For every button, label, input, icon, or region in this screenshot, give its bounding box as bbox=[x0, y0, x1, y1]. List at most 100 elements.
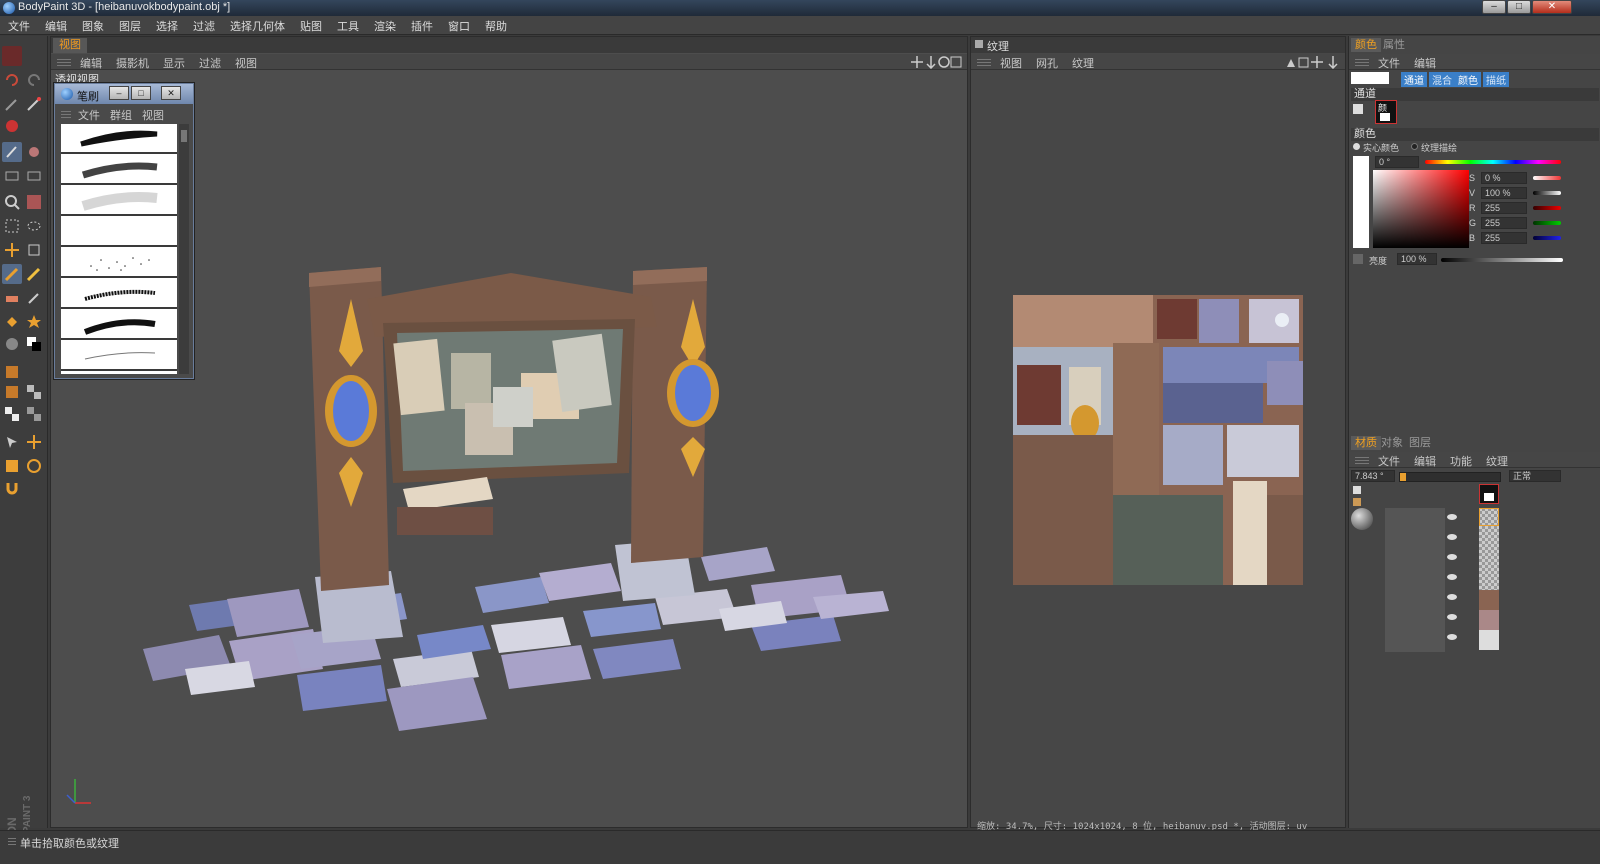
menu-plugins[interactable]: 插件 bbox=[403, 16, 440, 34]
lasso-select-icon[interactable] bbox=[24, 216, 44, 236]
brush-preset[interactable] bbox=[61, 186, 177, 216]
field-g-slider[interactable] bbox=[1533, 221, 1561, 225]
rect-select-icon[interactable] bbox=[2, 216, 22, 236]
mode-channel-button[interactable]: 通道 bbox=[1401, 72, 1427, 87]
material-icon-a[interactable] bbox=[1353, 486, 1361, 494]
mode-trace-button[interactable]: 描纸 bbox=[1483, 72, 1509, 87]
brush-preset[interactable] bbox=[61, 341, 177, 371]
menu-texture[interactable]: 贴图 bbox=[292, 16, 329, 34]
brightness-toggle-icon[interactable] bbox=[1353, 254, 1363, 264]
brush-preset[interactable] bbox=[61, 124, 177, 154]
color-menu-file[interactable]: 文件 bbox=[1371, 54, 1407, 71]
projection-icon[interactable] bbox=[2, 166, 22, 186]
tex-menu-view[interactable]: 视图 bbox=[993, 54, 1029, 71]
uv-polygons-icon[interactable] bbox=[2, 404, 22, 424]
field-r-slider[interactable] bbox=[1533, 206, 1561, 210]
radio-solid-color[interactable] bbox=[1353, 143, 1360, 150]
eye-icon[interactable] bbox=[1447, 634, 1457, 640]
menu-select[interactable]: 选择 bbox=[148, 16, 185, 34]
color-preview-field[interactable] bbox=[1351, 72, 1389, 84]
panel-toggle-icon[interactable] bbox=[975, 40, 983, 48]
menu-file[interactable]: 文件 bbox=[0, 16, 37, 34]
paint-brush-icon[interactable] bbox=[24, 142, 44, 162]
brush-menu-group[interactable]: 群组 bbox=[105, 106, 137, 123]
eye-icon[interactable] bbox=[1447, 514, 1457, 520]
tex-menu-texture[interactable]: 纹理 bbox=[1065, 54, 1101, 71]
undo-icon[interactable] bbox=[2, 70, 22, 90]
eye-icon[interactable] bbox=[1447, 534, 1457, 540]
brush-minimize-button[interactable]: – bbox=[109, 86, 129, 100]
menu-tools[interactable]: 工具 bbox=[329, 16, 366, 34]
radio-texture-paint[interactable] bbox=[1411, 143, 1418, 150]
field-v-input[interactable]: 100 % bbox=[1481, 187, 1527, 199]
brush-close-button[interactable]: ✕ bbox=[161, 86, 181, 100]
checker-icon[interactable] bbox=[24, 382, 44, 402]
opacity-input[interactable]: 7.843 ° bbox=[1351, 470, 1395, 482]
scale-icon[interactable] bbox=[2, 456, 22, 476]
eye-icon[interactable] bbox=[1447, 594, 1457, 600]
eyedropper-icon[interactable] bbox=[24, 288, 44, 308]
eye-icon[interactable] bbox=[1447, 554, 1457, 560]
brush-preset[interactable] bbox=[61, 310, 177, 340]
field-b-input[interactable]: 255 bbox=[1481, 232, 1527, 244]
texture-view-icon[interactable] bbox=[24, 192, 44, 212]
channel-thumbnail[interactable]: 颜 bbox=[1375, 100, 1397, 124]
tab-attributes[interactable]: 属性 bbox=[1379, 38, 1409, 52]
brush-preset[interactable] bbox=[61, 279, 177, 309]
mat-menu-edit[interactable]: 编辑 bbox=[1407, 452, 1443, 469]
tab-color[interactable]: 颜色 bbox=[1351, 38, 1381, 52]
uv-texture-canvas[interactable] bbox=[1013, 295, 1303, 585]
shape-icon[interactable] bbox=[2, 334, 22, 354]
menu-layer[interactable]: 图层 bbox=[111, 16, 148, 34]
mat-menu-file[interactable]: 文件 bbox=[1371, 452, 1407, 469]
field-g-input[interactable]: 255 bbox=[1481, 217, 1527, 229]
menu-image[interactable]: 图象 bbox=[74, 16, 111, 34]
menu-filter[interactable]: 过滤 bbox=[185, 16, 222, 34]
redo-icon[interactable] bbox=[24, 70, 44, 90]
texture-window[interactable]: 纹理 视图 网孔 纹理 缩放: 34.7%, 尺寸: 1024x1024, 8 位, bbox=[970, 36, 1346, 832]
saturation-value-picker[interactable] bbox=[1373, 170, 1469, 248]
tex-menu-mesh[interactable]: 网孔 bbox=[1029, 54, 1065, 71]
menu-render[interactable]: 渲染 bbox=[366, 16, 403, 34]
texture-nav-icons[interactable] bbox=[1285, 55, 1341, 69]
uv-points-icon[interactable] bbox=[2, 382, 22, 402]
mode-color-button[interactable]: 颜色 bbox=[1455, 72, 1481, 87]
mode-mix-button[interactable]: 混合 bbox=[1429, 72, 1455, 87]
material-channel-thumb[interactable] bbox=[1479, 484, 1499, 504]
brush-menu-file[interactable]: 文件 bbox=[73, 106, 105, 123]
material-icon-b[interactable] bbox=[1353, 498, 1361, 506]
brush-preset[interactable] bbox=[61, 248, 177, 278]
texture-axis-icon[interactable] bbox=[2, 362, 22, 382]
brush-window-titlebar[interactable]: 笔刷 – □ ✕ bbox=[55, 84, 193, 104]
field-v-slider[interactable] bbox=[1533, 191, 1561, 195]
menu-edit[interactable]: 编辑 bbox=[37, 16, 74, 34]
setup-wizard-icon[interactable] bbox=[2, 94, 22, 114]
zoom-icon[interactable] bbox=[2, 192, 22, 212]
tab-objects[interactable]: 对象 bbox=[1377, 436, 1407, 450]
hue-slider[interactable] bbox=[1425, 160, 1561, 164]
brush-window[interactable]: 笔刷 – □ ✕ 文件 群组 视图 bbox=[54, 83, 194, 379]
brush-preset-list[interactable] bbox=[61, 124, 177, 374]
move-tool-icon[interactable] bbox=[24, 432, 44, 452]
color-swatch-icon[interactable] bbox=[24, 334, 44, 354]
rotate-icon[interactable] bbox=[24, 456, 44, 476]
layer-thumbnails[interactable] bbox=[1479, 508, 1499, 650]
projection-alt-icon[interactable] bbox=[24, 166, 44, 186]
color-compare-swatch[interactable] bbox=[1353, 156, 1369, 248]
brush-preset[interactable] bbox=[61, 155, 177, 185]
move-icon[interactable] bbox=[2, 240, 22, 260]
color-menu-edit[interactable]: 编辑 bbox=[1407, 54, 1443, 71]
paint-3d-icon[interactable] bbox=[2, 142, 22, 162]
menu-help[interactable]: 帮助 bbox=[477, 16, 514, 34]
magic-wand-icon[interactable] bbox=[24, 94, 44, 114]
tab-texture[interactable]: 纹理 bbox=[987, 38, 1009, 54]
tab-layers[interactable]: 图层 bbox=[1405, 436, 1435, 450]
eraser-icon[interactable] bbox=[2, 288, 22, 308]
brightness-slider[interactable] bbox=[1441, 258, 1563, 262]
brush-maximize-button[interactable]: □ bbox=[131, 86, 151, 100]
render-view-icon[interactable] bbox=[2, 46, 22, 66]
pencil-icon[interactable] bbox=[24, 264, 44, 284]
field-b-slider[interactable] bbox=[1533, 236, 1561, 240]
magnet-icon[interactable] bbox=[2, 478, 22, 498]
eye-icon[interactable] bbox=[1447, 614, 1457, 620]
